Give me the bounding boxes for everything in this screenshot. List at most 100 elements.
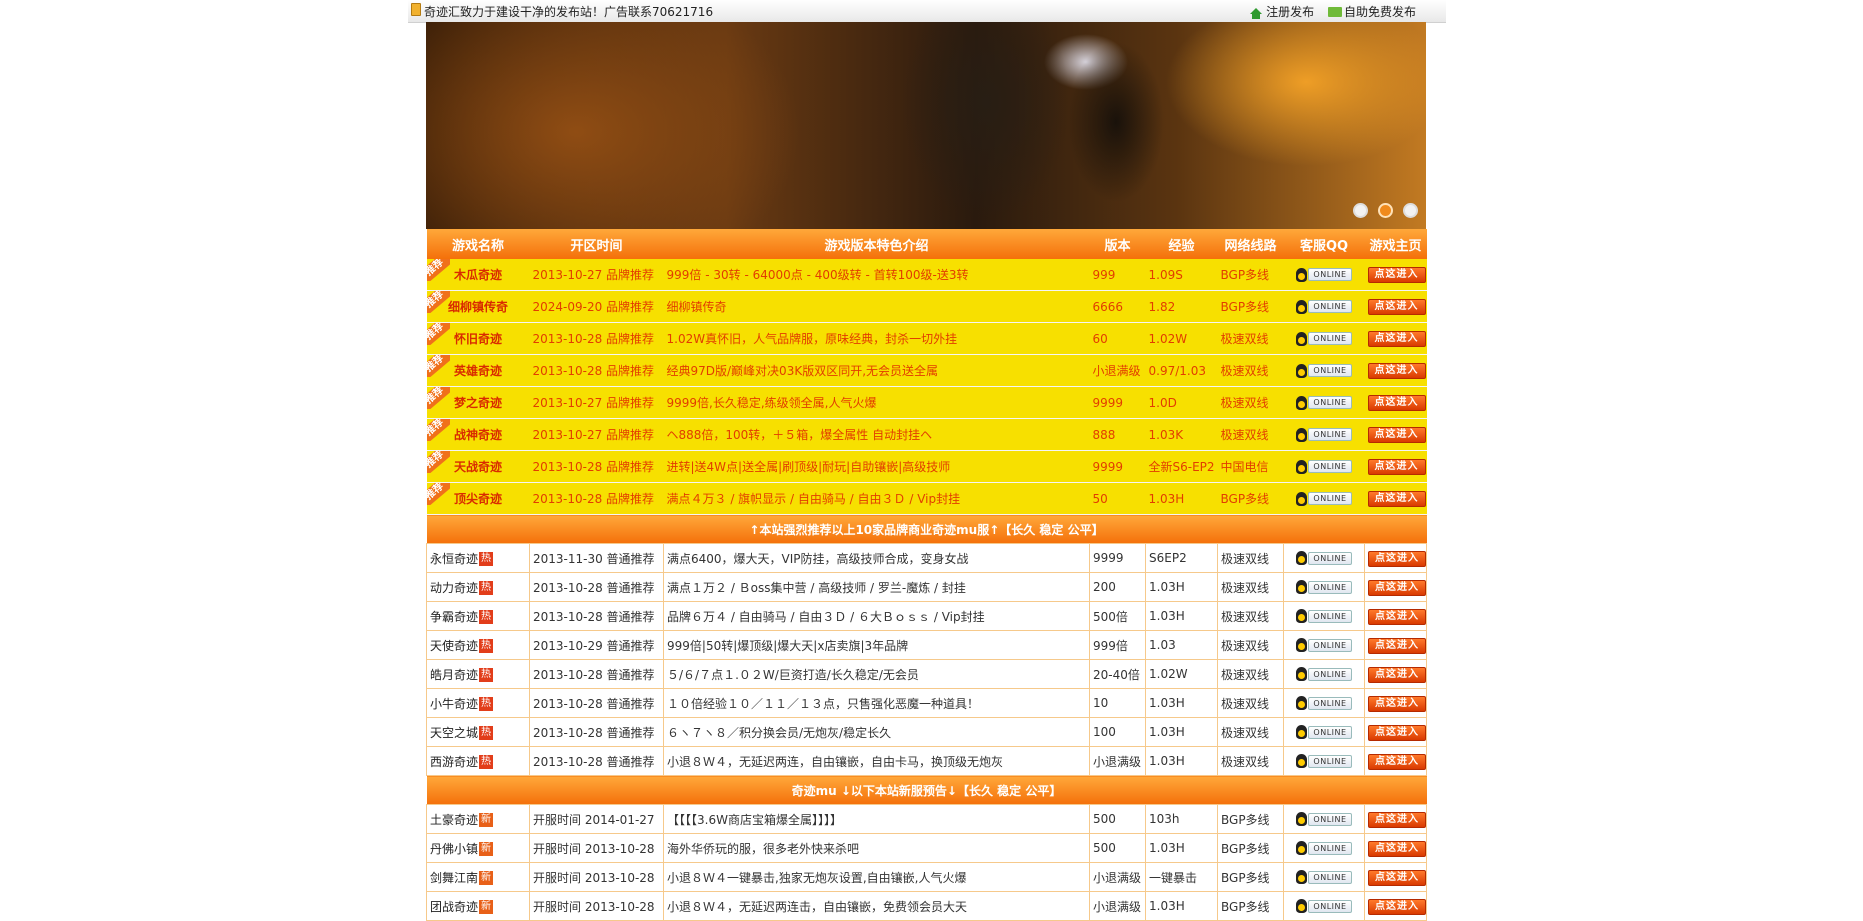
qq-online-button[interactable]: ONLINE	[1296, 459, 1352, 474]
game-name-link[interactable]: 争霸奇迹	[430, 610, 478, 624]
game-name-link[interactable]: 顶尖奇迹	[454, 492, 502, 506]
enter-site-button[interactable]: 点这进入	[1368, 637, 1426, 654]
enter-site-button[interactable]: 点这进入	[1368, 898, 1426, 915]
enter-site-button[interactable]: 点这进入	[1367, 331, 1426, 347]
qq-online-button[interactable]: ONLINE	[1296, 899, 1352, 914]
game-name-link[interactable]: 怀旧奇迹	[454, 332, 502, 346]
description: 进转|送4W点|送全属|刷顶级|耐玩|自助镶嵌|高级技师	[666, 460, 951, 474]
network-cell: 极速双线	[1217, 543, 1284, 573]
game-name-link[interactable]: 天空之城	[430, 726, 478, 740]
enter-site-button[interactable]: 点这进入	[1367, 395, 1426, 411]
exp-rate: 1.0D	[1148, 395, 1177, 410]
qq-online-button[interactable]: ONLINE	[1296, 363, 1352, 378]
enter-site-button[interactable]: 点这进入	[1368, 695, 1426, 712]
open-time-cell: 2013-10-28 品牌推荐	[529, 482, 664, 515]
qq-penguin-icon	[1296, 667, 1308, 682]
qq-online-button[interactable]: ONLINE	[1296, 841, 1352, 856]
network-line: BGP多线	[1221, 812, 1270, 827]
enter-site-button[interactable]: 点这进入	[1367, 267, 1426, 283]
enter-site-button[interactable]: 点这进入	[1368, 666, 1426, 683]
table-row: 剑舞江南新开服时间 2013-10-28 小退８Ｗ４一键暴击,独家无炮灰设置,自由…	[426, 862, 1427, 892]
game-name-cell: 天使奇迹热	[426, 630, 530, 660]
game-name-link[interactable]: 梦之奇迹	[454, 396, 502, 410]
enter-site-button[interactable]: 点这进入	[1368, 869, 1426, 886]
network-line: BGP多线	[1221, 841, 1270, 856]
game-name-link[interactable]: 细柳镇传奇	[448, 300, 508, 314]
version: 小退满级	[1093, 870, 1142, 885]
qq-online-button[interactable]: ONLINE	[1296, 812, 1352, 827]
game-name-link[interactable]: 丹佛小镇	[430, 842, 478, 856]
description: 细柳镇传奇	[666, 300, 727, 314]
register-publish-link[interactable]: 注册发布	[1250, 5, 1314, 19]
game-name-link[interactable]: 西游奇迹	[430, 755, 478, 769]
game-name-link[interactable]: 天战奇迹	[454, 460, 502, 474]
description: 999倍 - 30转 - 64000点 - 400级转 - 首转100级-送3转	[666, 268, 969, 282]
homepage-cell: 点这进入	[1364, 630, 1427, 660]
qq-online-button[interactable]: ONLINE	[1296, 427, 1352, 442]
slide-dot-3[interactable]	[1403, 203, 1418, 218]
game-name-link[interactable]: 皓月奇迹	[430, 668, 478, 682]
section-2: 奇迹mu ↓以下本站新服预告↓【长久 稳定 公平】	[426, 775, 1427, 805]
network-line: BGP多线	[1221, 899, 1270, 914]
enter-site-button[interactable]: 点这进入	[1367, 363, 1426, 379]
qq-online-button[interactable]: ONLINE	[1296, 870, 1352, 885]
open-time: 2013-10-27 品牌推荐	[532, 268, 655, 282]
network-line: 极速双线	[1221, 609, 1270, 624]
open-time: 2013-10-29 普通推荐	[533, 638, 655, 653]
network-cell: BGP多线	[1217, 482, 1284, 515]
version-cell: 50	[1089, 482, 1146, 515]
qq-online-button[interactable]: ONLINE	[1296, 638, 1352, 653]
game-name-link[interactable]: 土豪奇迹	[430, 813, 478, 827]
qq-online-button[interactable]: ONLINE	[1296, 609, 1352, 624]
enter-site-button[interactable]: 点这进入	[1368, 550, 1426, 567]
exp-cell: 103h	[1145, 804, 1218, 834]
game-name-cell: 推荐 细柳镇传奇	[426, 290, 530, 323]
game-name-link[interactable]: 战神奇迹	[454, 428, 502, 442]
qq-online-button[interactable]: ONLINE	[1296, 267, 1352, 282]
enter-site-button[interactable]: 点这进入	[1367, 427, 1426, 443]
exp-rate: 1.03H	[1149, 580, 1185, 594]
enter-site-button[interactable]: 点这进入	[1368, 724, 1426, 741]
enter-site-button[interactable]: 点这进入	[1368, 579, 1426, 596]
qq-online-button[interactable]: ONLINE	[1296, 491, 1352, 506]
enter-site-button[interactable]: 点这进入	[1367, 491, 1426, 507]
recommend-ribbon: 推荐	[426, 291, 450, 313]
network-cell: 极速双线	[1217, 572, 1284, 602]
qq-online-button[interactable]: ONLINE	[1296, 580, 1352, 595]
description-cell: ５/６/７点１.０２W/巨资打造/长久稳定/无会员	[663, 659, 1090, 689]
game-name-link[interactable]: 动力奇迹	[430, 581, 478, 595]
game-name-link[interactable]: 永恒奇迹	[430, 552, 478, 566]
enter-site-button[interactable]: 点这进入	[1368, 811, 1426, 828]
slide-dot-2[interactable]	[1378, 203, 1393, 218]
description-cell: 细柳镇传奇	[663, 290, 1090, 323]
enter-site-button[interactable]: 点这进入	[1367, 459, 1426, 475]
version: 999	[1092, 267, 1116, 282]
game-name-link[interactable]: 团战奇迹	[430, 900, 478, 914]
free-publish-link[interactable]: 自助免费发布	[1327, 5, 1416, 19]
qq-online-button[interactable]: ONLINE	[1296, 299, 1352, 314]
qq-online-button[interactable]: ONLINE	[1296, 667, 1352, 682]
banner-slideshow[interactable]	[426, 22, 1426, 229]
game-name-link[interactable]: 木瓜奇迹	[454, 268, 502, 282]
open-time: 2013-10-28 普通推荐	[533, 580, 655, 595]
game-name-link[interactable]: 英雄奇迹	[454, 364, 502, 378]
enter-site-button[interactable]: 点这进入	[1368, 840, 1426, 857]
qq-online-button[interactable]: ONLINE	[1296, 725, 1352, 740]
game-name-link[interactable]: 小牛奇迹	[430, 697, 478, 711]
enter-site-button[interactable]: 点这进入	[1367, 299, 1426, 315]
game-name-link[interactable]: 剑舞江南	[430, 871, 478, 885]
version: 6666	[1092, 299, 1124, 314]
enter-site-button[interactable]: 点这进入	[1368, 608, 1426, 625]
qq-online-button[interactable]: ONLINE	[1296, 754, 1352, 769]
version: 500倍	[1093, 609, 1128, 624]
qq-online-button[interactable]: ONLINE	[1296, 696, 1352, 711]
col-game-name: 游戏名称	[426, 229, 530, 259]
qq-online-button[interactable]: ONLINE	[1296, 395, 1352, 410]
qq-online-button[interactable]: ONLINE	[1296, 551, 1352, 566]
qq-online-button[interactable]: ONLINE	[1296, 331, 1352, 346]
table-row: 推荐 细柳镇传奇 2024-09-20 品牌推荐 细柳镇传奇 6666 1.82 BGP多线…	[426, 290, 1427, 323]
enter-site-button[interactable]: 点这进入	[1368, 753, 1426, 770]
slide-dot-1[interactable]	[1353, 203, 1368, 218]
game-name-link[interactable]: 天使奇迹	[430, 639, 478, 653]
network-line: 极速双线	[1221, 696, 1270, 711]
